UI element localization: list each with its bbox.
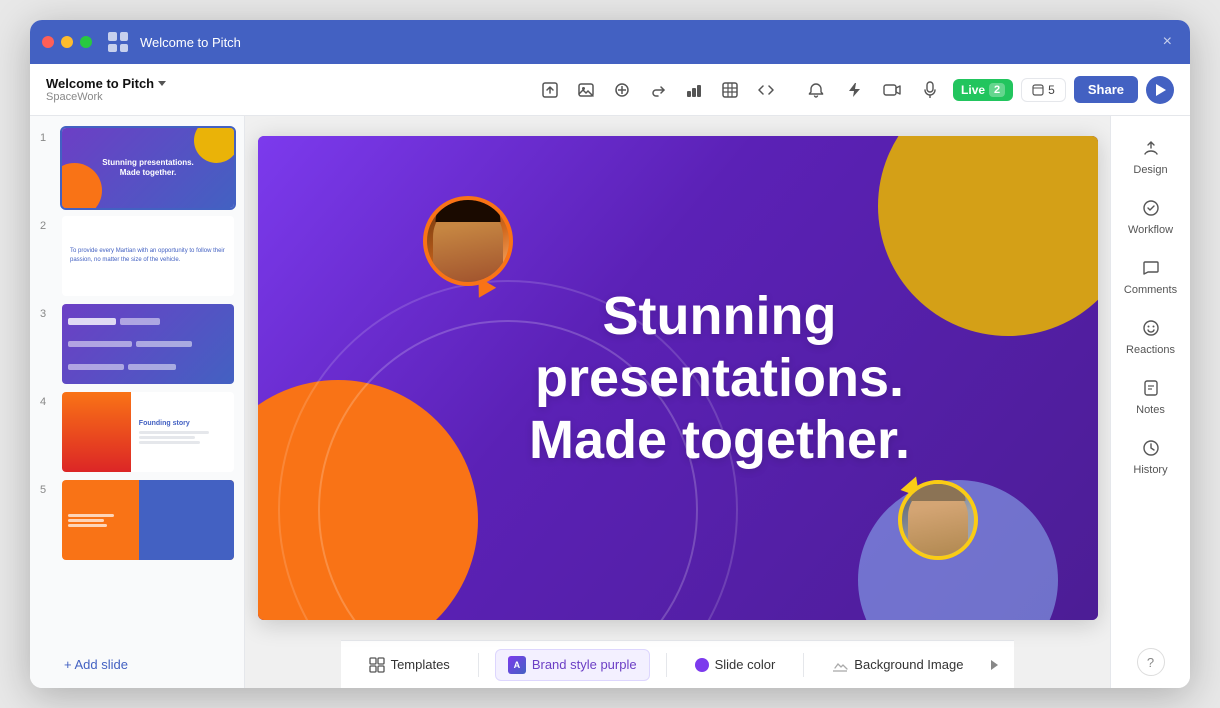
doc-title[interactable]: Welcome to Pitch xyxy=(46,76,166,91)
design-label: Design xyxy=(1133,164,1167,176)
notification-button[interactable] xyxy=(801,75,831,105)
redo-icon[interactable] xyxy=(647,79,669,101)
reactions-label: Reactions xyxy=(1126,344,1175,356)
slide-thumb-4: Founding story xyxy=(62,392,234,472)
slide-number-3: 3 xyxy=(40,308,54,320)
slide-number-2: 2 xyxy=(40,220,54,232)
toolbar-tools xyxy=(539,79,777,101)
title-chevron-icon xyxy=(158,81,166,86)
brand-style-button[interactable]: A Brand style purple xyxy=(495,649,650,681)
main-slide-canvas[interactable]: Stunning presentations. Made together. xyxy=(258,136,1098,620)
doc-subtitle: SpaceWork xyxy=(46,91,166,103)
right-tool-design[interactable]: Design xyxy=(1119,128,1183,184)
minimize-dot[interactable] xyxy=(61,36,73,48)
comments-icon xyxy=(1139,256,1163,280)
workflow-icon xyxy=(1139,196,1163,220)
toolbar-right: Live 2 5 Share xyxy=(801,75,1174,105)
color-dot xyxy=(695,658,709,672)
avatar-woman xyxy=(423,196,513,286)
app-window: Welcome to Pitch × Welcome to Pitch Spac… xyxy=(30,20,1190,688)
right-tool-workflow[interactable]: Workflow xyxy=(1119,188,1183,244)
upload-icon[interactable] xyxy=(539,79,561,101)
lightning-button[interactable] xyxy=(839,75,869,105)
maximize-dot[interactable] xyxy=(80,36,92,48)
divider-3 xyxy=(803,653,804,677)
avatar-man xyxy=(898,480,978,560)
comments-label: Comments xyxy=(1124,284,1177,296)
share-button[interactable]: Share xyxy=(1074,76,1138,103)
toolbar: Welcome to Pitch SpaceWork xyxy=(30,64,1190,116)
play-button[interactable] xyxy=(1146,76,1174,104)
divider-2 xyxy=(666,653,667,677)
background-icon xyxy=(832,658,848,672)
embed-icon[interactable] xyxy=(755,79,777,101)
right-tool-notes[interactable]: Notes xyxy=(1119,368,1183,424)
window-title: Welcome to Pitch xyxy=(140,35,1157,50)
grid-icon[interactable] xyxy=(108,32,128,52)
slide-thumb-1: Stunning presentations.Made together. xyxy=(62,128,234,208)
design-icon xyxy=(1139,136,1163,160)
close-dot[interactable] xyxy=(42,36,54,48)
shapes-icon[interactable] xyxy=(611,79,633,101)
add-slide-button[interactable]: + Add slide xyxy=(40,649,234,676)
slide-item-4[interactable]: 4 Founding story xyxy=(40,392,234,472)
slide-main-text: Stunning presentations. Made together. xyxy=(510,285,930,471)
notes-icon xyxy=(1139,376,1163,400)
right-tool-comments[interactable]: Comments xyxy=(1119,248,1183,304)
slide-item-5[interactable]: 5 xyxy=(40,480,234,560)
bottom-bar: Templates A Brand style purple Slide col… xyxy=(341,640,1015,688)
slide-color-button[interactable]: Slide color xyxy=(683,651,788,678)
slide-number-1: 1 xyxy=(40,132,54,144)
slide-item-2[interactable]: 2 To provide every Martian with an oppor… xyxy=(40,216,234,296)
right-panel: Design Workflow Comme xyxy=(1110,116,1190,688)
play-icon xyxy=(1156,84,1166,96)
title-bar: Welcome to Pitch × xyxy=(30,20,1190,64)
history-icon xyxy=(1139,436,1163,460)
window-controls xyxy=(42,36,92,48)
history-label: History xyxy=(1133,464,1167,476)
slide-thumb-5 xyxy=(62,480,234,560)
main-content: 1 Stunning presentations.Made together. … xyxy=(30,116,1190,688)
reactions-icon xyxy=(1139,316,1163,340)
live-badge[interactable]: Live 2 xyxy=(953,79,1013,101)
close-button[interactable]: × xyxy=(1157,31,1178,53)
video-button[interactable] xyxy=(877,75,907,105)
chart-icon[interactable] xyxy=(683,79,705,101)
slide-heading: Stunning presentations. Made together. xyxy=(510,285,930,471)
avatar-woman-face xyxy=(433,202,503,282)
slide-item-3[interactable]: 3 xyxy=(40,304,234,384)
templates-icon xyxy=(369,657,385,673)
workflow-label: Workflow xyxy=(1128,224,1173,236)
image-icon[interactable] xyxy=(575,79,597,101)
live-count: 2 xyxy=(989,83,1005,97)
slide-thumb-2: To provide every Martian with an opportu… xyxy=(62,216,234,296)
background-image-button[interactable]: Background Image xyxy=(820,651,975,678)
canvas-area: Stunning presentations. Made together. T… xyxy=(245,116,1110,688)
notes-label: Notes xyxy=(1136,404,1165,416)
table-icon[interactable] xyxy=(719,79,741,101)
help-button[interactable]: ? xyxy=(1137,648,1165,676)
expand-icon xyxy=(991,660,998,670)
avatar-man-face xyxy=(908,486,968,556)
slide-item-1[interactable]: 1 Stunning presentations.Made together. xyxy=(40,128,234,208)
divider-1 xyxy=(478,653,479,677)
slide-number-4: 4 xyxy=(40,396,54,408)
right-tool-history[interactable]: History xyxy=(1119,428,1183,484)
right-tool-reactions[interactable]: Reactions xyxy=(1119,308,1183,364)
slide-panel: 1 Stunning presentations.Made together. … xyxy=(30,116,245,688)
templates-button[interactable]: Templates xyxy=(357,651,462,679)
slide-thumb-3 xyxy=(62,304,234,384)
doc-info: Welcome to Pitch SpaceWork xyxy=(46,76,166,103)
slide-number-5: 5 xyxy=(40,484,54,496)
slide-count-button[interactable]: 5 xyxy=(1021,78,1066,102)
mic-button[interactable] xyxy=(915,75,945,105)
